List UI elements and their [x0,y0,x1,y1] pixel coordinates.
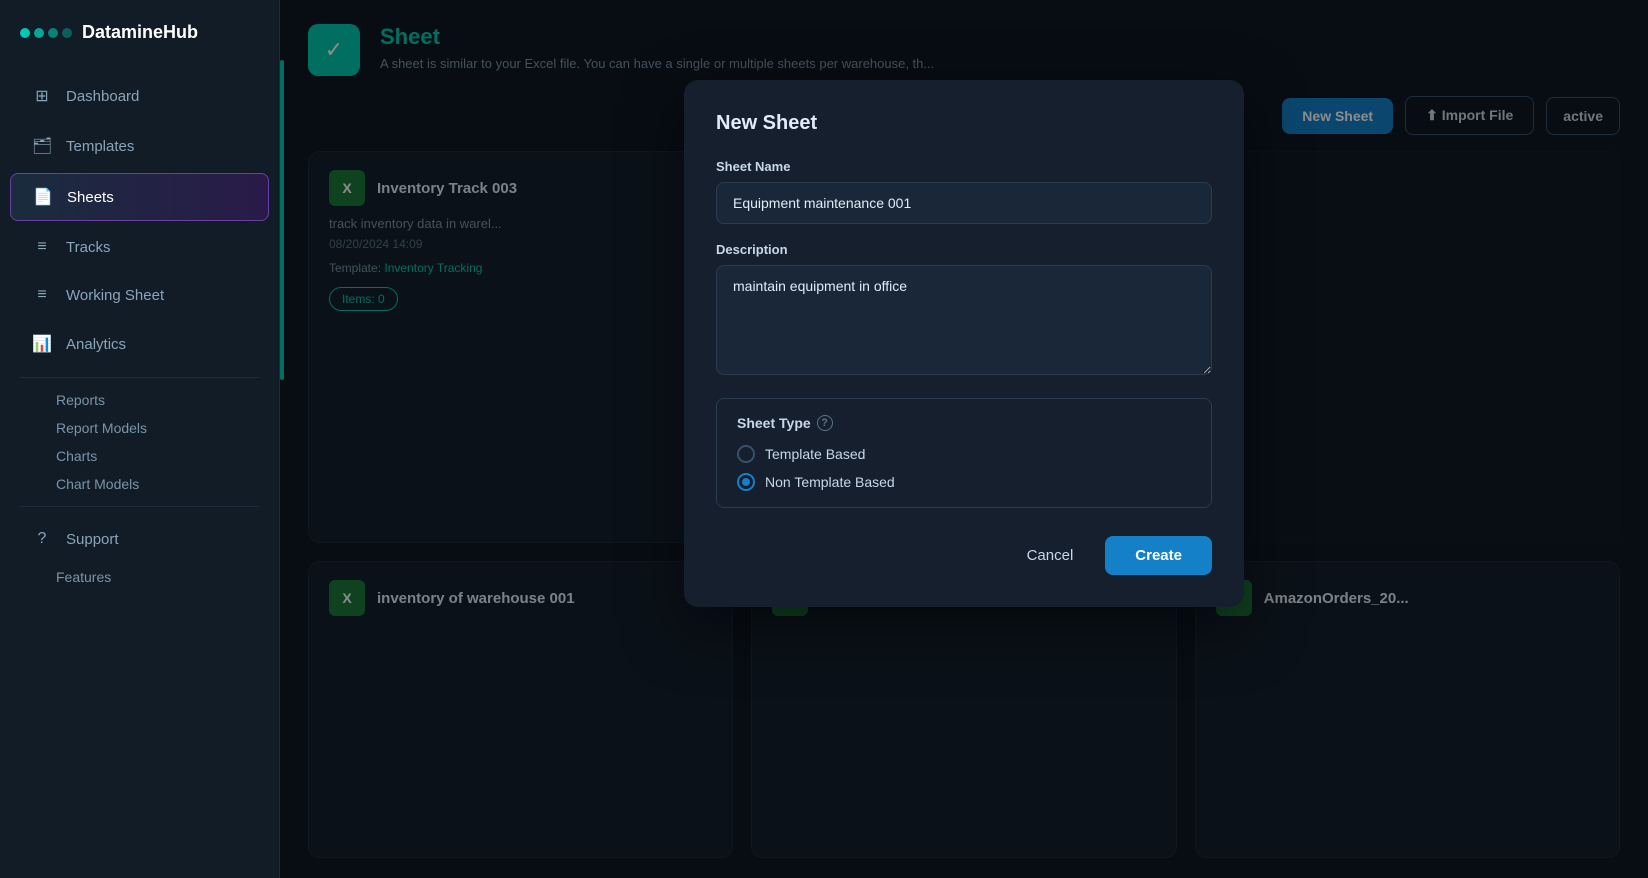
dashboard-icon: ⊞ [32,86,52,106]
sidebar-item-label: Dashboard [66,88,139,105]
sidebar-item-features[interactable]: Features [0,563,279,591]
sidebar-item-label: Working Sheet [66,287,164,304]
modal-overlay: New Sheet Sheet Name Description maintai… [280,0,1648,878]
sheet-type-help-icon[interactable]: ? [817,415,833,431]
sidebar-item-tracks[interactable]: ≡ Tracks [10,225,269,269]
sidebar-item-label: Templates [66,138,134,155]
nav-divider [20,377,259,378]
radio-template-based[interactable]: Template Based [737,445,1191,463]
sidebar-item-dashboard[interactable]: ⊞ Dashboard [10,73,269,119]
sheet-name-input[interactable] [716,182,1212,224]
description-input[interactable]: maintain equipment in office [716,265,1212,375]
sidebar-item-working-sheet[interactable]: ≡ Working Sheet [10,273,269,317]
main-content: ✓ Sheet A sheet is similar to your Excel… [280,0,1648,878]
sidebar-item-sheets[interactable]: 📄 Sheets [10,173,269,221]
create-button[interactable]: Create [1105,536,1212,575]
sidebar-item-label: Analytics [66,336,126,353]
sidebar-item-chart-models[interactable]: Chart Models [0,470,279,498]
sidebar-item-analytics[interactable]: 📊 Analytics [10,321,269,367]
sheet-type-box: Sheet Type ? Template Based Non Template… [716,398,1212,508]
sheet-type-header: Sheet Type ? [737,415,1191,431]
sidebar: DatamineHub ⊞ Dashboard 🗂 Templates 📄 Sh… [0,0,280,878]
sidebar-item-charts[interactable]: Charts [0,442,279,470]
modal-actions: Cancel Create [716,536,1212,575]
sidebar-item-support[interactable]: ? Support [10,517,269,561]
sidebar-item-templates[interactable]: 🗂 Templates [10,123,269,169]
radio-circle-non-template [737,473,755,491]
radio-non-template-based[interactable]: Non Template Based [737,473,1191,491]
templates-icon: 🗂 [32,136,52,156]
description-label: Description [716,242,1212,257]
tracks-icon: ≡ [32,238,52,256]
sheets-icon: 📄 [33,187,53,207]
working-sheet-icon: ≡ [32,286,52,304]
logo-dot-4 [62,28,72,38]
nav-divider-2 [20,506,259,507]
logo-dot-1 [20,28,30,38]
logo-dot-3 [48,28,58,38]
logo-dot-2 [34,28,44,38]
sidebar-item-label: Support [66,531,119,548]
logo-dots [20,28,72,38]
logo-text: DatamineHub [82,22,198,43]
cancel-button[interactable]: Cancel [1009,536,1092,575]
new-sheet-modal: New Sheet Sheet Name Description maintai… [684,80,1244,607]
logo: DatamineHub [0,0,279,71]
sidebar-item-report-models[interactable]: Report Models [0,414,279,442]
sidebar-item-label: Sheets [67,189,114,206]
sidebar-item-reports[interactable]: Reports [0,386,279,414]
radio-circle-template [737,445,755,463]
analytics-icon: 📊 [32,334,52,354]
modal-title: New Sheet [716,112,1212,135]
sheet-name-label: Sheet Name [716,159,1212,174]
support-icon: ? [32,530,52,548]
sidebar-item-label: Tracks [66,239,110,256]
